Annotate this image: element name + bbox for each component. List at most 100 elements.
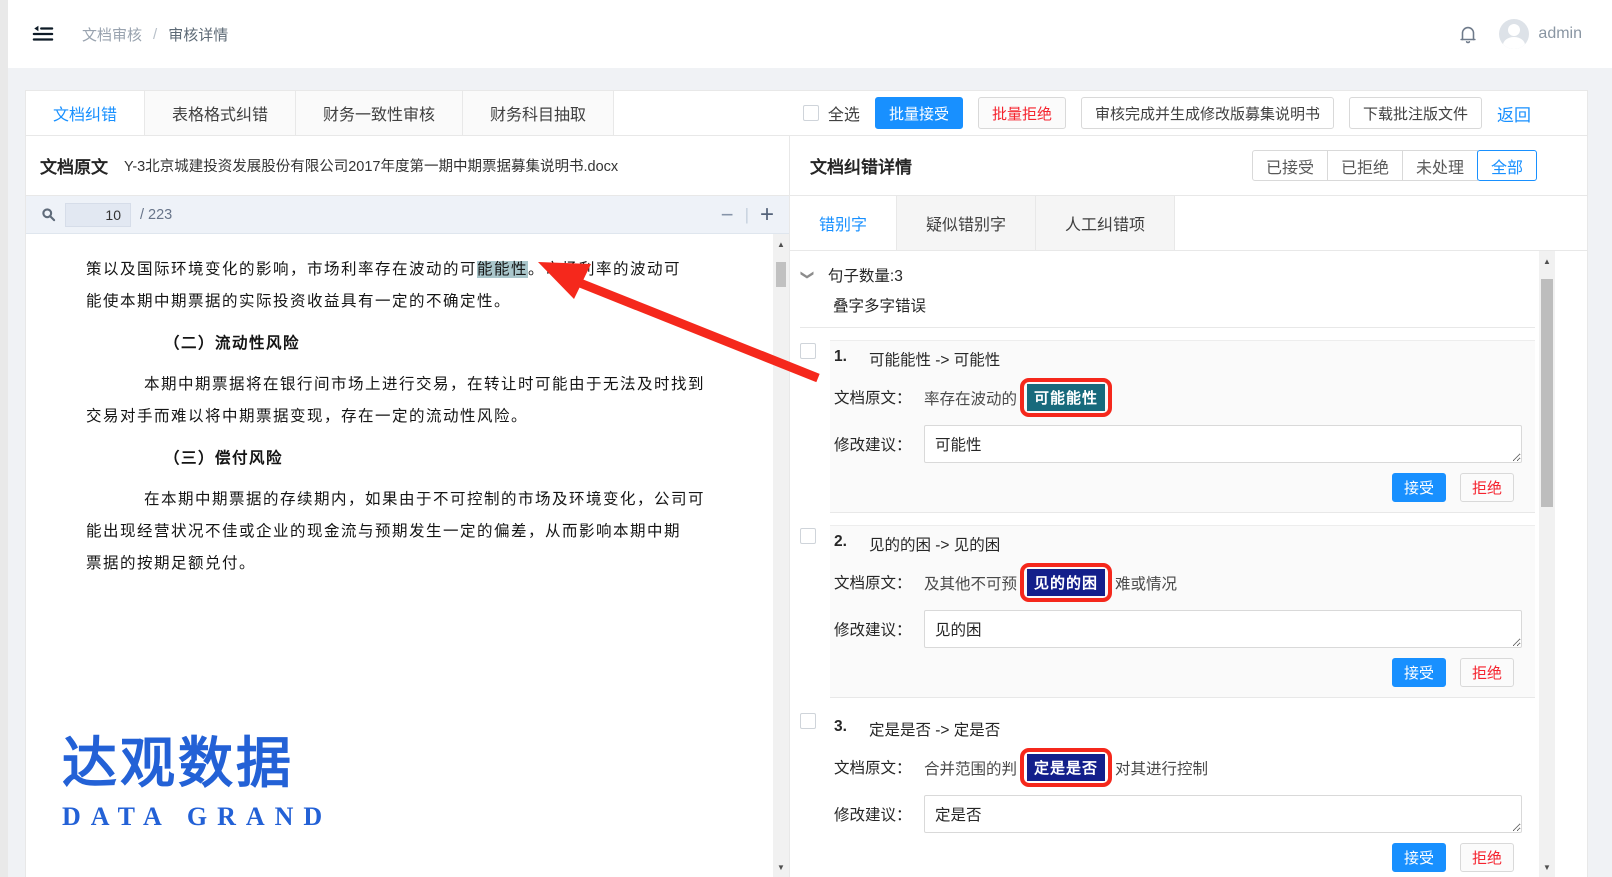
scroll-up-icon[interactable]: ▲ [773, 236, 789, 252]
doc-error-highlight[interactable]: 能能性 [477, 261, 528, 278]
item-title: 1. 可能能性 -> 可能性 [834, 348, 1522, 370]
item-title: 2. 见的的困 -> 见的困 [834, 533, 1522, 555]
tab-typos[interactable]: 错别字 [790, 196, 897, 250]
reject-button[interactable]: 拒绝 [1460, 658, 1514, 687]
filter-all[interactable]: 全部 [1477, 150, 1537, 181]
suggestion-row: 修改建议： 可能性 [834, 425, 1522, 463]
context-post: 难或情况 [1115, 572, 1177, 594]
correction-item: 3. 定是是否 -> 定是否 文档原文： 合并范围的判 定是是否 对其进行控制 [800, 710, 1535, 877]
user-avatar [1499, 19, 1529, 49]
download-annotated-button[interactable]: 下载批注版文件 [1349, 97, 1482, 129]
correction-panel-header: 文档纠错详情 已接受 已拒绝 未处理 全部 [790, 136, 1587, 196]
module-tabs: 文档纠错 表格格式纠错 财务一致性审核 财务科目抽取 全选 批量接受 批量拒绝 … [26, 91, 1587, 136]
error-token[interactable]: 可能能性 [1027, 384, 1105, 411]
doc-heading: （三）偿付风险 [86, 443, 745, 475]
accept-button[interactable]: 接受 [1392, 843, 1446, 872]
doc-text: 票据的按期足额兑付。 [86, 555, 256, 572]
filter-accepted[interactable]: 已接受 [1252, 150, 1328, 181]
document-panel-title: 文档原文 [40, 153, 108, 178]
menu-fold-icon[interactable] [32, 23, 54, 45]
tab-financial-consistency[interactable]: 财务一致性审核 [296, 91, 463, 135]
scroll-up-icon[interactable]: ▲ [1539, 253, 1555, 269]
sentence-group-header: ❯ 句子数量:3 叠字多字错误 [800, 251, 1535, 328]
chevron-down-icon[interactable]: ❯ [799, 270, 815, 281]
item-checkbox[interactable] [800, 528, 816, 544]
error-token[interactable]: 见的的困 [1027, 569, 1105, 596]
item-body: 2. 见的的困 -> 见的困 文档原文： 及其他不可预 见的的困 难或情况 [830, 525, 1535, 698]
page-number-input[interactable] [65, 203, 131, 227]
source-row: 文档原文： 合并范围的判 定是是否 对其进行控制 [834, 748, 1522, 787]
breadcrumb-separator: / [153, 26, 157, 43]
correction-panel-title: 文档纠错详情 [810, 153, 912, 178]
red-annotation-box: 见的的困 [1020, 563, 1112, 602]
document-toolbar: / 223 − | + [26, 196, 789, 234]
breadcrumb: 文档审核 / 审核详情 [82, 24, 228, 45]
suggestion-input[interactable]: 可能性 [924, 425, 1522, 463]
doc-heading: （二）流动性风险 [86, 328, 745, 360]
panels: 文档原文 Y-3北京城建投资发展股份有限公司2017年度第一期中期票据募集说明书… [26, 136, 1587, 877]
suggestion-label: 修改建议： [834, 610, 924, 648]
batch-accept-button[interactable]: 批量接受 [875, 97, 963, 129]
select-all-label: 全选 [828, 101, 860, 125]
zoom-in-button[interactable]: + [760, 203, 774, 227]
reject-button[interactable]: 拒绝 [1460, 473, 1514, 502]
filter-pending[interactable]: 未处理 [1402, 150, 1478, 181]
tab-table-format[interactable]: 表格格式纠错 [145, 91, 296, 135]
correction-panel: 文档纠错详情 已接受 已拒绝 未处理 全部 错别字 疑似错别字 人工纠错项 [790, 136, 1587, 877]
accept-button[interactable]: 接受 [1392, 658, 1446, 687]
datagrand-logo: 达观数据 DATA GRAND [62, 735, 332, 833]
select-all[interactable]: 全选 [803, 101, 860, 125]
filter-rejected[interactable]: 已拒绝 [1327, 150, 1403, 181]
red-annotation-box: 定是是否 [1020, 748, 1112, 787]
doc-text: 本期中期票据将在银行间市场上进行交易，在转让时可能由于无法及时找到 [144, 376, 705, 393]
tab-doc-correction[interactable]: 文档纠错 [26, 91, 145, 135]
search-icon[interactable] [41, 207, 56, 222]
tab-financial-accounts[interactable]: 财务科目抽取 [463, 91, 614, 135]
source-context: 及其他不可预 见的的困 难或情况 [924, 563, 1522, 602]
accept-button[interactable]: 接受 [1392, 473, 1446, 502]
scroll-down-icon[interactable]: ▼ [1539, 859, 1555, 875]
correction-item: 2. 见的的困 -> 见的困 文档原文： 及其他不可预 见的的困 难或情况 [800, 525, 1535, 698]
item-checkbox[interactable] [800, 343, 816, 359]
group-toggle[interactable]: ❯ 句子数量:3 [802, 264, 1535, 286]
user-menu[interactable]: admin [1499, 19, 1582, 49]
select-all-checkbox[interactable] [803, 105, 819, 121]
suggestion-row: 修改建议： 定是否 [834, 795, 1522, 833]
toolbar-actions: 全选 批量接受 批量拒绝 审核完成并生成修改版募集说明书 下载批注版文件 返回 [803, 91, 1587, 135]
correction-list: ❯ 句子数量:3 叠字多字错误 1. 可能能性 -> 可能性 [790, 251, 1539, 877]
correction-scrollbar[interactable]: ▲ ▼ [1539, 251, 1555, 877]
error-token[interactable]: 定是是否 [1027, 754, 1105, 781]
collapsed-sidebar[interactable] [0, 0, 8, 877]
batch-reject-button[interactable]: 批量拒绝 [978, 97, 1066, 129]
document-content: 策以及国际环境变化的影响，市场利率存在波动的可能能性。市场利率的波动可 能使本期… [26, 234, 773, 877]
tab-manual-corrections[interactable]: 人工纠错项 [1036, 196, 1175, 250]
right-gutter [1555, 251, 1587, 877]
document-scrollbar[interactable]: ▲ ▼ [773, 234, 789, 877]
reject-button[interactable]: 拒绝 [1460, 843, 1514, 872]
item-checkbox-col [800, 340, 830, 513]
scroll-down-icon[interactable]: ▼ [773, 859, 789, 875]
scrollbar-thumb[interactable] [776, 262, 786, 287]
item-body: 3. 定是是否 -> 定是否 文档原文： 合并范围的判 定是是否 对其进行控制 [830, 710, 1535, 877]
correction-list-wrap: ❯ 句子数量:3 叠字多字错误 1. 可能能性 -> 可能性 [790, 251, 1587, 877]
scrollbar-thumb[interactable] [1541, 279, 1553, 507]
document-viewport: 策以及国际环境变化的影响，市场利率存在波动的可能能性。市场利率的波动可 能使本期… [26, 234, 789, 877]
notification-bell-icon[interactable] [1457, 23, 1479, 45]
breadcrumb-current: 审核详情 [168, 24, 228, 45]
status-filter-group: 已接受 已拒绝 未处理 全部 [1252, 150, 1537, 181]
back-link[interactable]: 返回 [1497, 101, 1531, 126]
document-panel: 文档原文 Y-3北京城建投资发展股份有限公司2017年度第一期中期票据募集说明书… [26, 136, 790, 877]
zoom-out-button[interactable]: − [721, 204, 734, 226]
suggestion-input[interactable]: 定是否 [924, 795, 1522, 833]
app-root: 文档审核 / 审核详情 admin 文档纠错 表格格式纠错 财务一致性审核 财务… [0, 0, 1612, 877]
item-checkbox-col [800, 525, 830, 698]
item-number: 3. [834, 718, 847, 740]
item-checkbox[interactable] [800, 713, 816, 729]
tab-suspected-typos[interactable]: 疑似错别字 [897, 196, 1036, 250]
complete-review-button[interactable]: 审核完成并生成修改版募集说明书 [1081, 97, 1334, 129]
page-total: / 223 [140, 207, 172, 223]
breadcrumb-section[interactable]: 文档审核 [82, 24, 142, 45]
red-annotation-box: 可能能性 [1020, 378, 1112, 417]
sentence-count: 句子数量:3 [828, 264, 903, 286]
suggestion-input[interactable]: 见的困 [924, 610, 1522, 648]
